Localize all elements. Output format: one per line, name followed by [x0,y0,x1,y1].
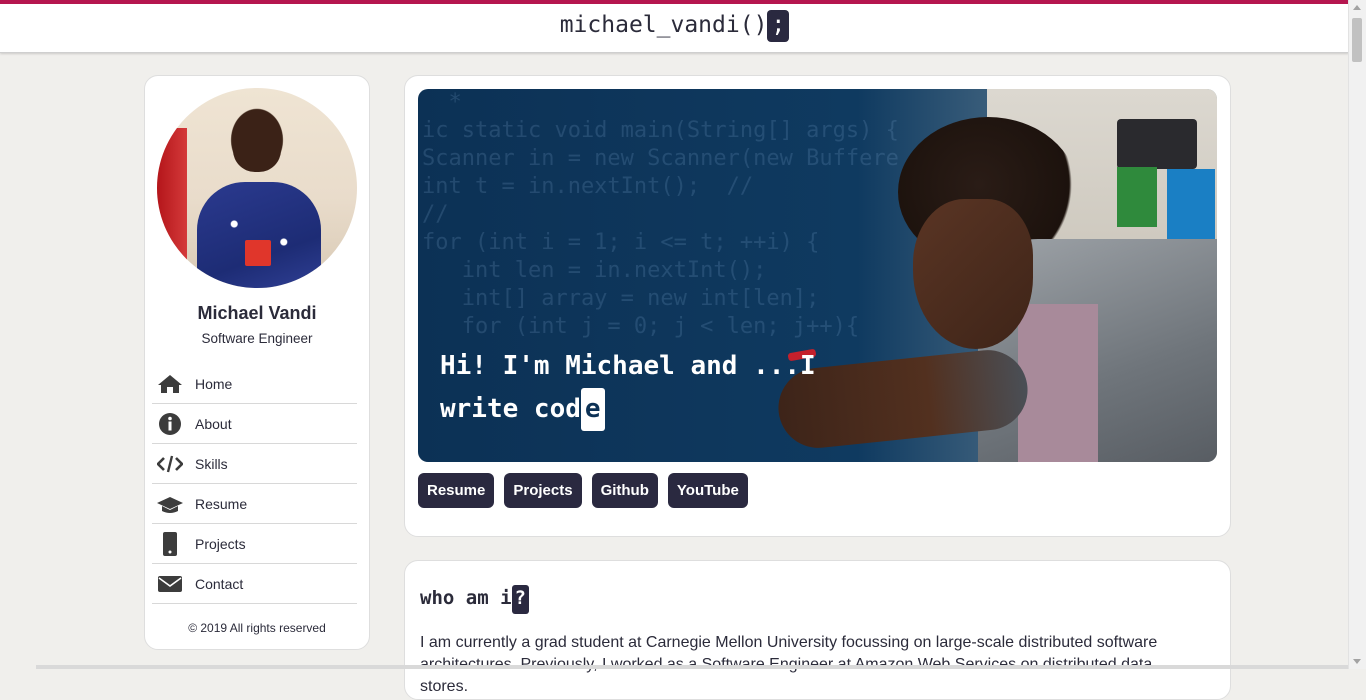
sidebar-item-about[interactable]: About [152,404,357,444]
profile-title: Software Engineer [201,331,313,346]
avatar [157,88,357,288]
copyright-text: © 2019 All rights reserved [188,621,326,635]
typing-caret: e [580,388,605,431]
hero-card: * ic static void main(String[] args) { S… [404,75,1231,537]
sidebar-item-label: Home [195,375,233,392]
github-button[interactable]: Github [591,473,658,508]
sidebar-item-label: Projects [195,535,246,552]
bottom-divider [36,665,1349,669]
envelope-icon [156,572,184,596]
sidebar-item-label: Skills [195,455,228,472]
brand-text: michael_vandi() [559,12,768,38]
code-icon [156,452,184,476]
mobile-phone-icon [156,531,184,556]
info-icon [156,412,184,436]
profile-sidebar: Michael Vandi Software Engineer Home Abo… [144,75,370,650]
background-code-decoration: * ic static void main(String[] args) { S… [422,90,899,339]
youtube-button[interactable]: YouTube [667,473,748,508]
site-brand[interactable]: michael_vandi(); [0,10,1349,42]
sidebar-item-contact[interactable]: Contact [152,564,357,604]
profile-name: Michael Vandi [197,303,317,323]
sidebar-nav: Home About Skills Resume Projects Contac… [152,364,357,604]
headline-line-2: write cod [440,394,581,424]
sidebar-item-home[interactable]: Home [152,364,357,404]
scroll-up-icon[interactable] [1353,5,1361,10]
graduation-cap-icon [156,492,184,516]
resume-button[interactable]: Resume [418,473,495,508]
scroll-down-icon[interactable] [1353,659,1361,664]
about-heading-cursor: ? [511,585,529,614]
brand-cursor: ; [767,10,790,42]
hero-button-row: Resume Projects Github YouTube [418,473,748,508]
sidebar-item-label: Contact [195,575,244,592]
sidebar-item-skills[interactable]: Skills [152,444,357,484]
home-icon [156,372,184,396]
sidebar-item-resume[interactable]: Resume [152,484,357,524]
hero-headline: Hi! I'm Michael and ...I write cod e [440,345,860,431]
scroll-thumb[interactable] [1352,18,1362,62]
page-scrollbar[interactable] [1348,0,1366,669]
sidebar-item-label: Resume [195,495,248,512]
about-card: who am i? I am currently a grad student … [404,560,1231,700]
sidebar-item-label: About [195,415,232,432]
top-navbar: michael_vandi(); [0,0,1349,53]
about-heading: who am i? [420,585,529,614]
hero-banner: * ic static void main(String[] args) { S… [418,89,1217,462]
about-heading-text: who am i [420,587,512,609]
sidebar-item-projects[interactable]: Projects [152,524,357,564]
projects-button[interactable]: Projects [504,473,582,508]
headline-line-1: Hi! I'm Michael and ...I [440,351,816,381]
